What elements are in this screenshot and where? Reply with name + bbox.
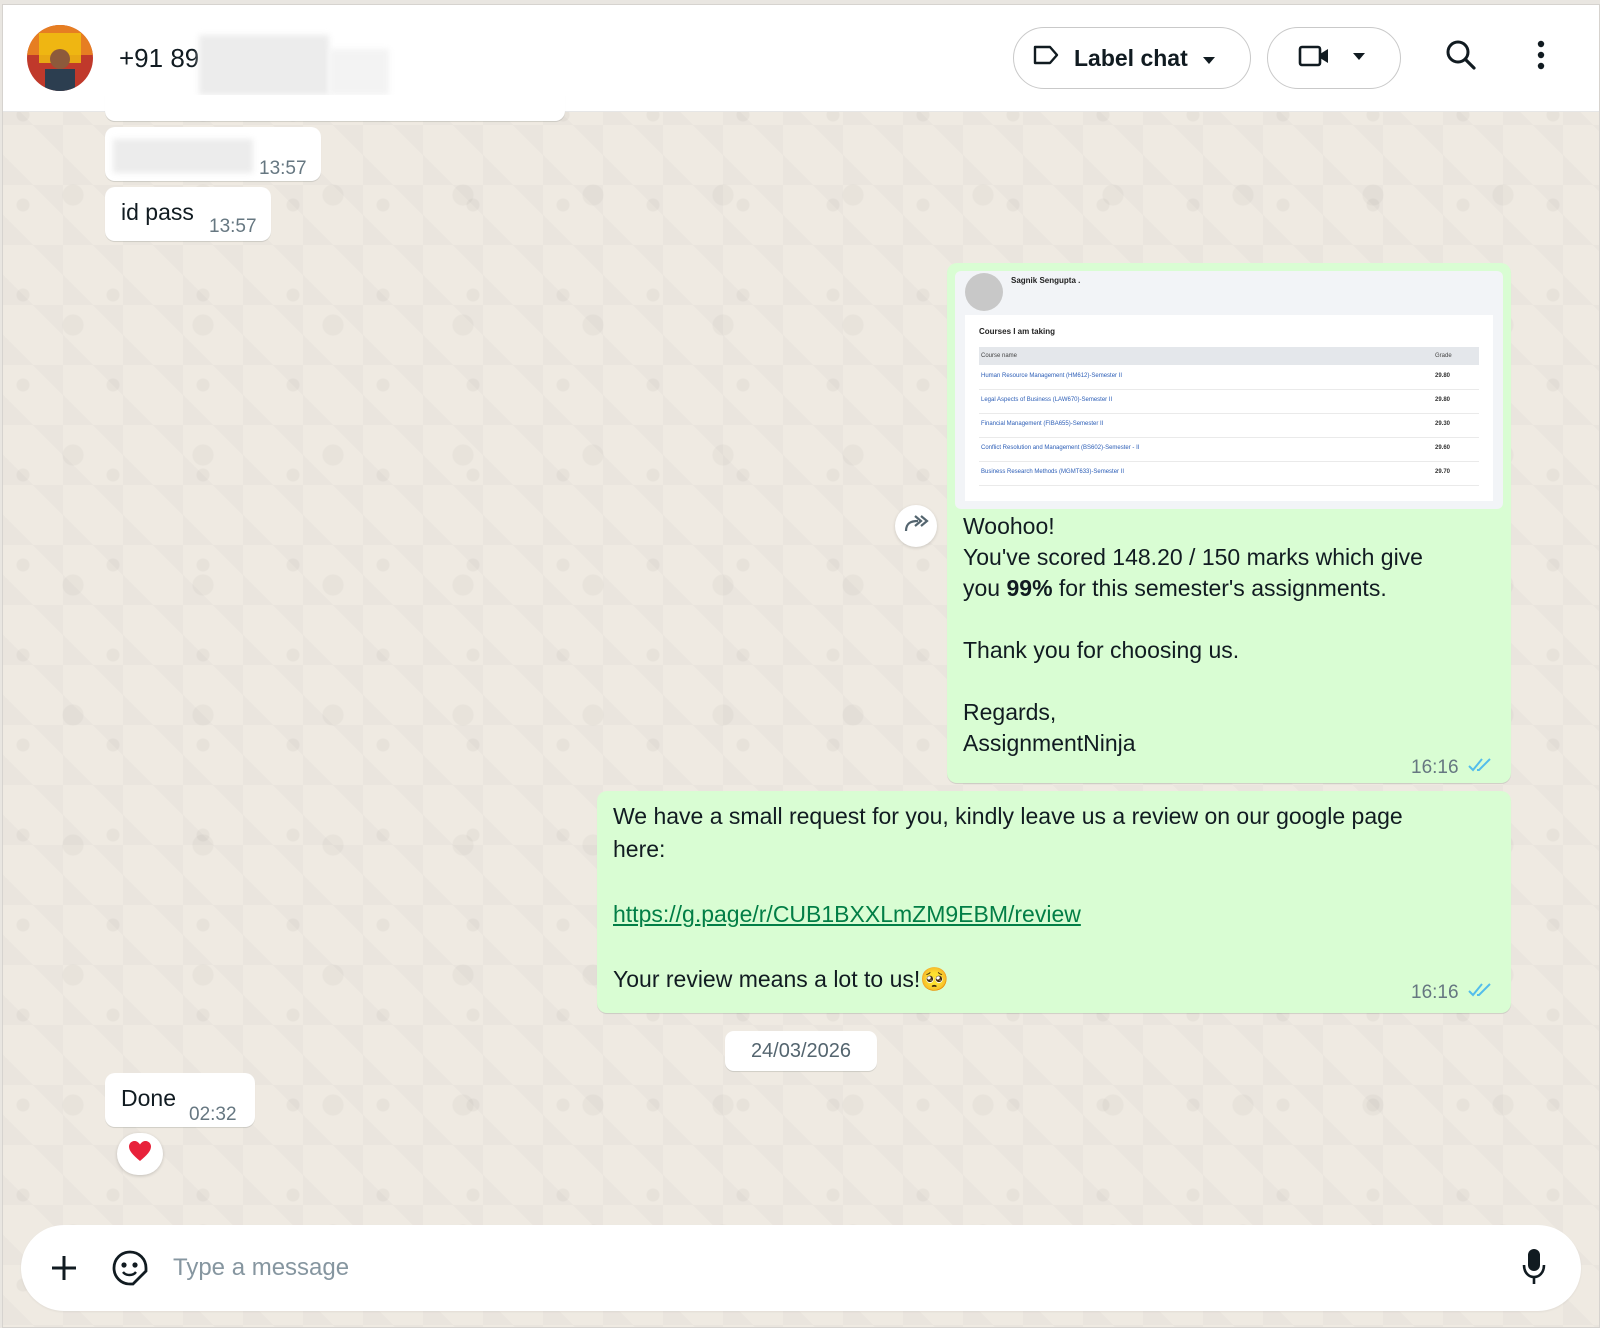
message-line: You've scored 148.20 / 150 marks which g… bbox=[963, 544, 1423, 570]
search-icon bbox=[1445, 39, 1477, 76]
message-time: 02:32 bbox=[189, 1104, 237, 1125]
message-input[interactable] bbox=[171, 1247, 1475, 1289]
course-name: Legal Aspects of Business (LAW670)-Semes… bbox=[981, 397, 1113, 403]
message-time: 16:16 bbox=[1411, 757, 1459, 779]
column-header: Grade bbox=[1435, 353, 1452, 359]
redacted-text bbox=[113, 139, 253, 173]
message-line: Your review means a lot to us!🥺 bbox=[613, 964, 1493, 995]
text-fragment: you bbox=[963, 575, 1007, 601]
preview-heading: Courses I am taking bbox=[979, 327, 1056, 336]
message-line: Thank you for choosing us. bbox=[963, 637, 1240, 663]
table-row: Business Research Methods (MGMT633)-Seme… bbox=[979, 461, 1479, 486]
message-incoming[interactable]: 13:57 bbox=[105, 127, 321, 181]
bold-percentage: 99% bbox=[1006, 575, 1053, 601]
message-line: Regards, bbox=[963, 699, 1057, 725]
course-name: Financial Management (FIBA655)-Semester … bbox=[981, 421, 1104, 427]
message-partial[interactable] bbox=[105, 95, 565, 121]
message-line: here: bbox=[613, 836, 666, 862]
search-button[interactable] bbox=[1441, 37, 1481, 77]
preview-table-header: Course name Grade bbox=[979, 347, 1479, 365]
kebab-menu-icon bbox=[1536, 39, 1546, 76]
course-grade: 29.80 bbox=[1435, 373, 1451, 379]
heart-icon bbox=[128, 1140, 152, 1168]
double-check-icon bbox=[1468, 977, 1494, 1008]
label-chat-button[interactable]: Label chat bbox=[1013, 27, 1251, 89]
chat-window: +91 89 Label chat 13:57 id pass 13:57 Sa… bbox=[2, 4, 1600, 1328]
course-name: Human Resource Management (HM612)-Semest… bbox=[981, 373, 1123, 379]
message-outgoing[interactable]: We have a small request for you, kindly … bbox=[597, 791, 1511, 1013]
message-line: We have a small request for you, kindly … bbox=[613, 803, 1403, 829]
pleading-face-emoji: 🥺 bbox=[920, 966, 949, 992]
message-text: id pass bbox=[121, 199, 194, 225]
message-body: We have a small request for you, kindly … bbox=[613, 801, 1493, 995]
forward-button[interactable] bbox=[895, 505, 937, 547]
avatar bbox=[965, 273, 1003, 311]
message-incoming[interactable]: Done 02:32 bbox=[105, 1073, 255, 1127]
table-row: Legal Aspects of Business (LAW670)-Semes… bbox=[979, 389, 1479, 414]
plus-icon[interactable] bbox=[47, 1251, 81, 1290]
label-icon bbox=[1032, 44, 1060, 72]
message-composer bbox=[21, 1225, 1581, 1311]
chevron-down-icon bbox=[1202, 45, 1216, 72]
redacted-number bbox=[329, 49, 389, 95]
table-row: Conflict Resolution and Management (BS60… bbox=[979, 437, 1479, 462]
review-link[interactable]: https://g.page/r/CUB1BXXLmZM9EBM/review bbox=[613, 901, 1081, 927]
label-chat-text: Label chat bbox=[1074, 44, 1188, 71]
video-icon bbox=[1298, 44, 1330, 73]
contact-name[interactable]: +91 89 bbox=[119, 43, 199, 74]
course-grade: 29.70 bbox=[1435, 469, 1451, 475]
column-header: Course name bbox=[981, 353, 1018, 359]
course-name: Conflict Resolution and Management (BS60… bbox=[981, 445, 1140, 451]
message-time: 16:16 bbox=[1411, 982, 1459, 1003]
text-fragment: for this semester's assignments. bbox=[1052, 575, 1387, 601]
double-check-icon bbox=[1468, 757, 1494, 779]
message-body: Woohoo! You've scored 148.20 / 150 marks… bbox=[963, 511, 1503, 759]
sticker-icon[interactable] bbox=[111, 1249, 149, 1292]
forward-icon bbox=[902, 513, 930, 540]
video-call-button[interactable] bbox=[1267, 27, 1401, 89]
course-grade: 29.80 bbox=[1435, 397, 1451, 403]
courses-card: Courses I am taking Course name Grade Hu… bbox=[965, 315, 1493, 501]
course-grade: 29.30 bbox=[1435, 421, 1451, 427]
contact-avatar[interactable] bbox=[27, 25, 93, 91]
heart-reaction[interactable] bbox=[117, 1133, 163, 1175]
message-text: Done bbox=[121, 1085, 176, 1111]
mic-icon[interactable] bbox=[1521, 1247, 1547, 1292]
preview-name: Sagnik Sengupta . bbox=[1011, 276, 1081, 285]
message-line: AssignmentNinja bbox=[963, 730, 1136, 756]
course-grade: 29.60 bbox=[1435, 445, 1451, 451]
table-row: Human Resource Management (HM612)-Semest… bbox=[979, 365, 1479, 390]
message-time: 13:57 bbox=[259, 158, 307, 179]
image-preview[interactable]: Sagnik Sengupta . Courses I am taking Co… bbox=[955, 271, 1503, 509]
table-row: Financial Management (FIBA655)-Semester … bbox=[979, 413, 1479, 438]
text-fragment: Your review means a lot to us! bbox=[613, 966, 921, 992]
chevron-down-icon bbox=[1352, 49, 1366, 67]
message-line: Woohoo! bbox=[963, 513, 1055, 539]
message-time: 13:57 bbox=[209, 216, 257, 237]
message-incoming[interactable]: id pass 13:57 bbox=[105, 187, 271, 241]
course-name: Business Research Methods (MGMT633)-Seme… bbox=[981, 469, 1125, 475]
redacted-number bbox=[199, 35, 329, 95]
message-line: you 99% for this semester's assignments. bbox=[963, 573, 1503, 604]
message-time-wrap: 16:16 bbox=[1411, 757, 1494, 779]
date-divider: 24/03/2026 bbox=[725, 1031, 877, 1071]
message-time-wrap: 16:16 bbox=[1411, 977, 1494, 1008]
menu-button[interactable] bbox=[1521, 37, 1561, 77]
